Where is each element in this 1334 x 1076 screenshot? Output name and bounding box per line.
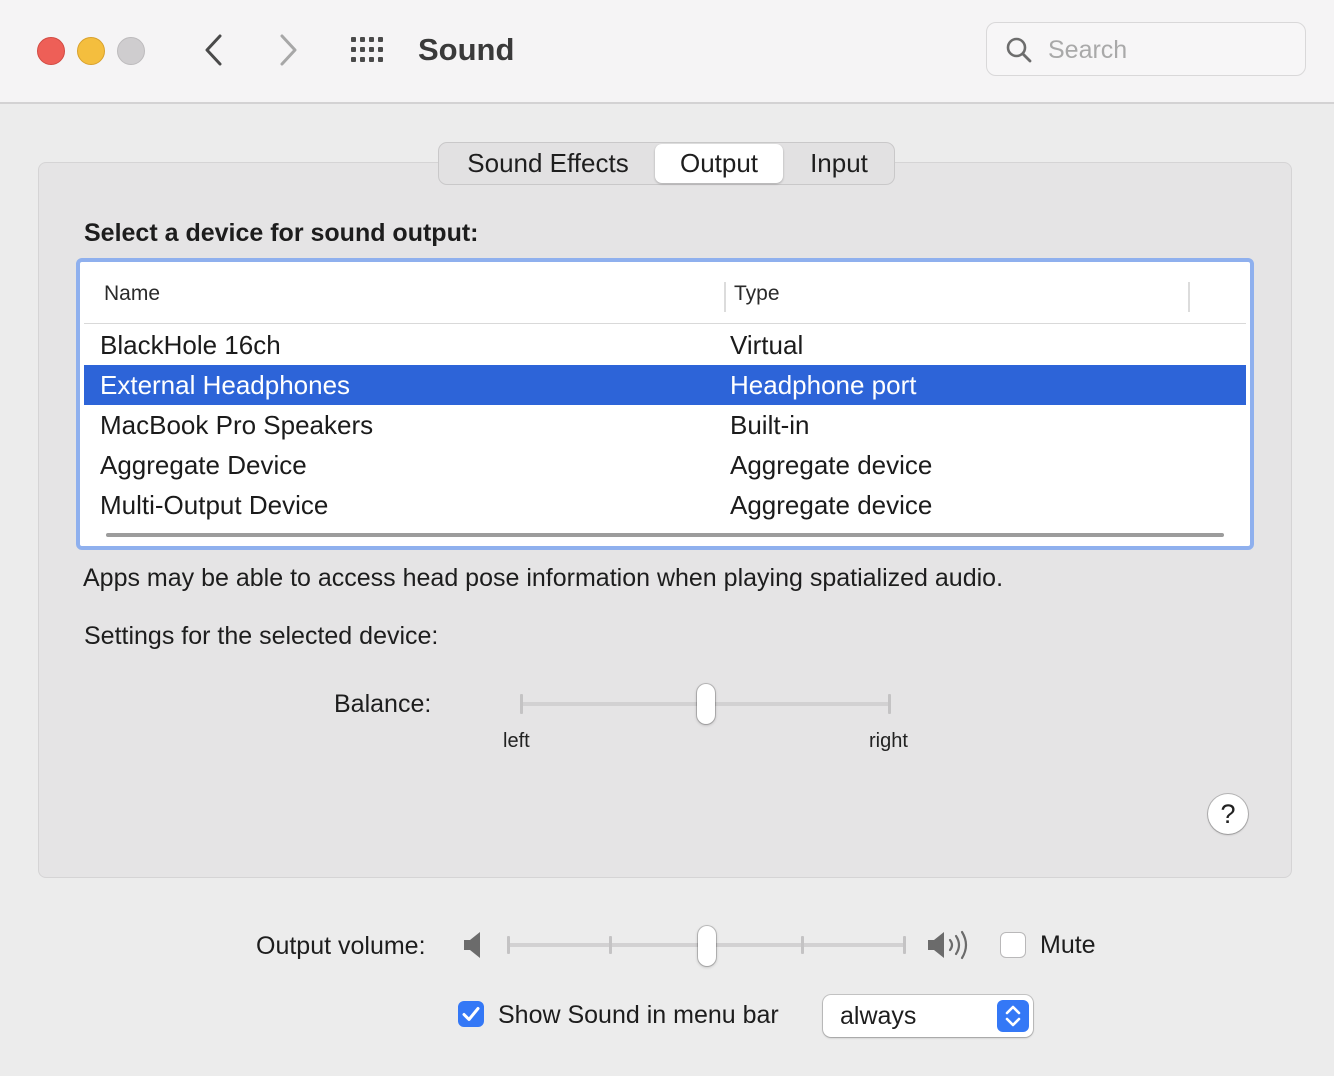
table-row[interactable]: MacBook Pro Speakers Built-in xyxy=(84,405,1246,445)
table-row-selected[interactable]: External Headphones Headphone port xyxy=(84,365,1246,405)
balance-label: Balance: xyxy=(334,690,432,718)
device-type: Headphone port xyxy=(730,370,917,400)
table-row[interactable]: Multi-Output Device Aggregate device xyxy=(84,485,1246,525)
show-in-menu-bar-label: Show Sound in menu bar xyxy=(498,1001,779,1029)
device-type: Virtual xyxy=(730,330,804,360)
device-name: Multi-Output Device xyxy=(100,490,329,520)
search-icon xyxy=(1006,37,1032,63)
volume-tick xyxy=(903,936,906,954)
column-divider[interactable] xyxy=(724,282,726,312)
volume-knob[interactable] xyxy=(698,926,716,966)
popup-arrows xyxy=(997,1000,1029,1032)
device-name: BlackHole 16ch xyxy=(100,330,281,360)
chevron-left-icon xyxy=(205,34,222,66)
title-bar: Sound Search xyxy=(0,0,1334,104)
help-button[interactable]: ? xyxy=(1208,794,1248,834)
balance-left-label: left xyxy=(503,730,530,752)
output-volume-label: Output volume: xyxy=(256,932,426,960)
balance-tick-right xyxy=(888,694,891,714)
volume-tick xyxy=(507,936,510,954)
forward-button[interactable] xyxy=(270,30,306,70)
head-pose-info-text: Apps may be able to access head pose inf… xyxy=(83,564,1004,592)
menu-bar-visibility-value: always xyxy=(840,1002,917,1030)
column-header-type[interactable]: Type xyxy=(734,280,780,308)
zoom-button[interactable] xyxy=(117,37,145,65)
device-name: Aggregate Device xyxy=(100,450,307,480)
device-type: Built-in xyxy=(730,410,810,440)
search-field[interactable]: Search xyxy=(986,22,1306,76)
horizontal-scrollbar[interactable] xyxy=(106,533,1224,537)
device-type: Aggregate device xyxy=(730,490,933,520)
show-all-button[interactable] xyxy=(350,36,390,64)
balance-knob[interactable] xyxy=(697,684,715,724)
chevron-right-icon xyxy=(280,34,297,66)
speaker-high-icon xyxy=(928,930,968,960)
updown-arrows-icon xyxy=(1005,1005,1021,1027)
checkmark-icon xyxy=(462,1007,480,1021)
minimize-button[interactable] xyxy=(77,37,105,65)
mute-checkbox[interactable] xyxy=(1000,932,1026,958)
close-button[interactable] xyxy=(37,37,65,65)
show-in-menu-bar-checkbox[interactable] xyxy=(458,1001,484,1027)
device-name: External Headphones xyxy=(100,370,351,400)
window-title: Sound xyxy=(418,32,515,67)
column-header-name[interactable]: Name xyxy=(104,280,160,308)
table-header: Name Type xyxy=(84,266,1246,324)
device-name: MacBook Pro Speakers xyxy=(100,410,374,440)
balance-right-label: right xyxy=(869,730,908,752)
volume-tick xyxy=(609,936,612,954)
tab-input[interactable]: Input xyxy=(787,144,891,183)
speaker-low-icon xyxy=(464,932,480,958)
grid-icon xyxy=(351,37,383,62)
volume-tick xyxy=(801,936,804,954)
balance-tick-left xyxy=(520,694,523,714)
tab-output[interactable]: Output xyxy=(655,144,783,183)
mute-label: Mute xyxy=(1040,931,1096,959)
table-row[interactable]: BlackHole 16ch Virtual xyxy=(84,325,1246,365)
column-divider[interactable] xyxy=(1188,282,1190,312)
device-table[interactable]: Name Type BlackHole 16ch Virtual Externa… xyxy=(76,258,1254,550)
tab-sound-effects[interactable]: Sound Effects xyxy=(445,144,651,183)
device-section-label: Select a device for sound output: xyxy=(84,219,479,247)
tab-bar: Sound Effects Output Input xyxy=(438,142,895,185)
device-settings-label: Settings for the selected device: xyxy=(84,622,439,650)
menu-bar-visibility-popup[interactable]: always xyxy=(823,995,1033,1037)
device-type: Aggregate device xyxy=(730,450,933,480)
back-button[interactable] xyxy=(196,30,232,70)
search-placeholder: Search xyxy=(1048,36,1128,64)
table-row[interactable]: Aggregate Device Aggregate device xyxy=(84,445,1246,485)
